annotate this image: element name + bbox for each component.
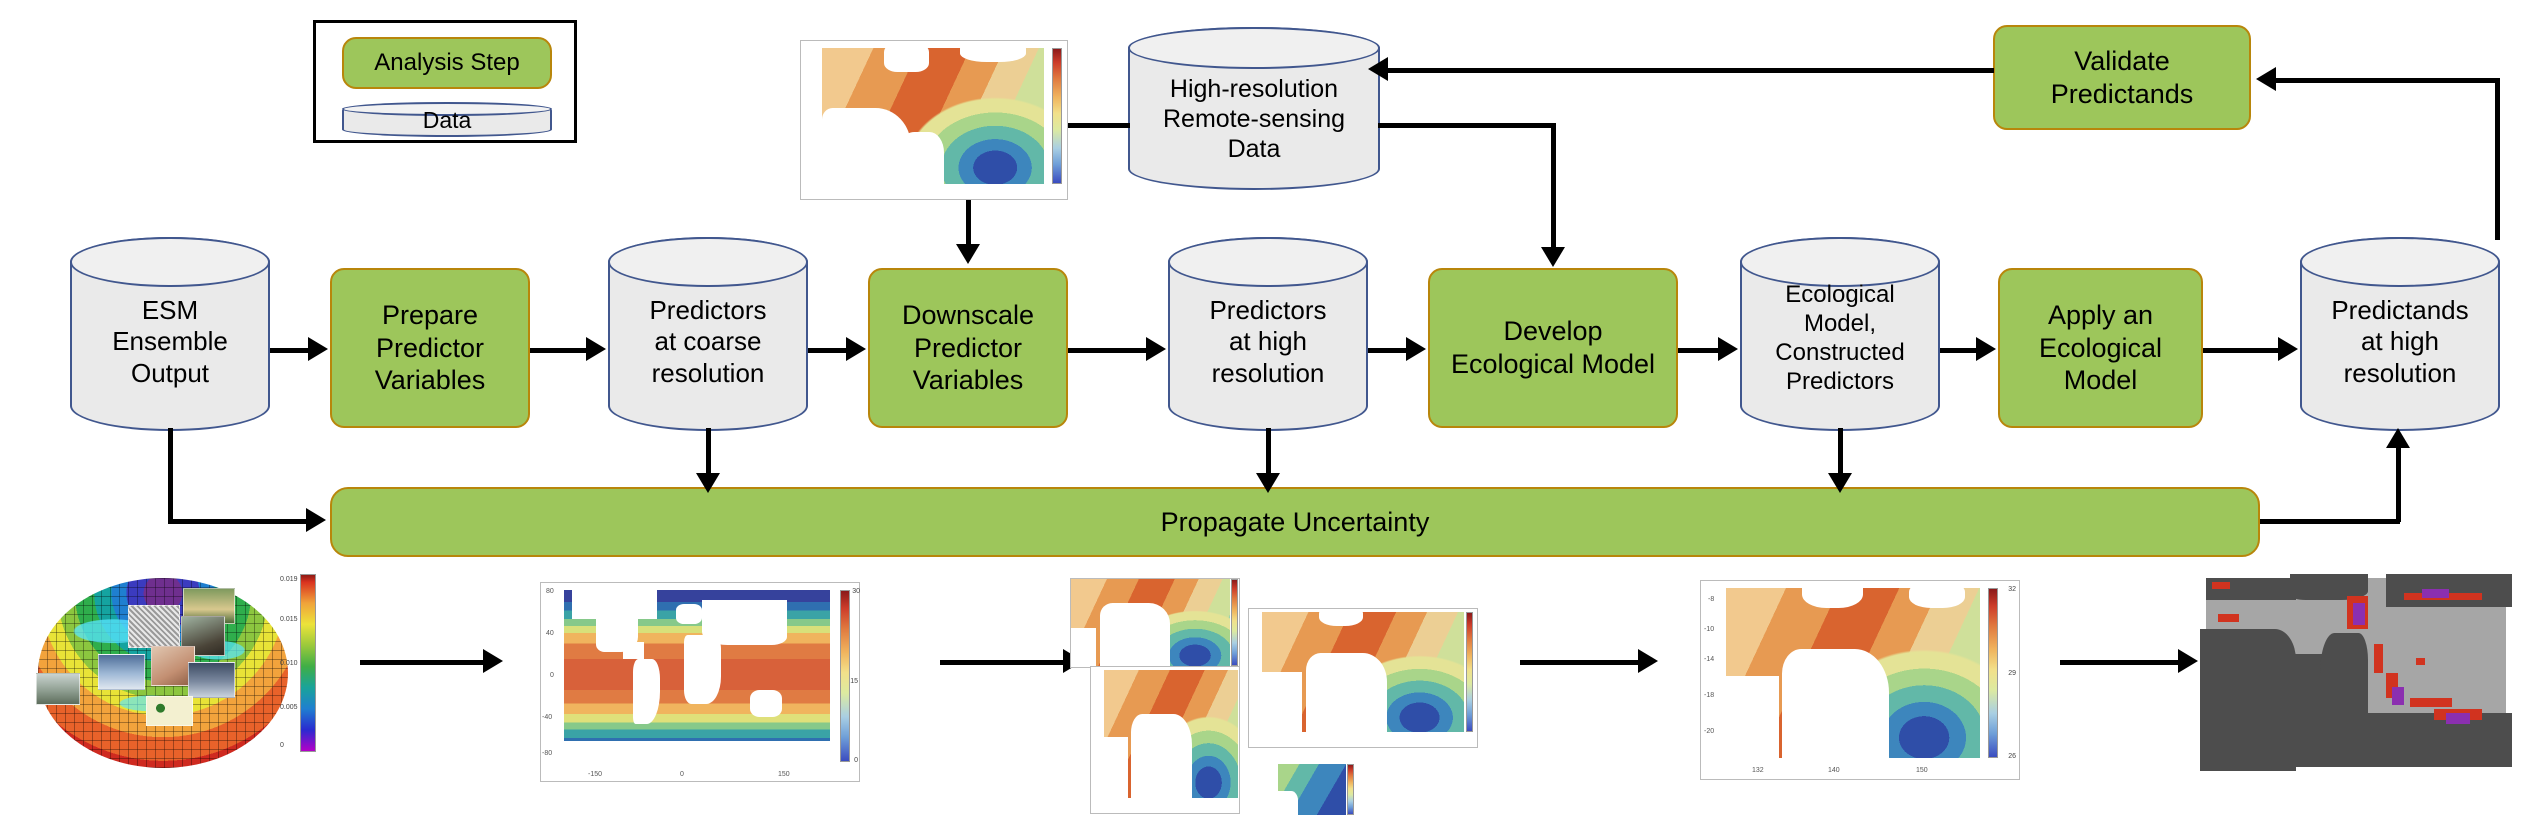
workflow-diagram: Analysis Step Data High-resolution Remot… bbox=[0, 0, 2544, 832]
step-validate-predictands-label: Validate Predictands bbox=[2050, 45, 2194, 109]
data-esm-ensemble-output[interactable]: ESM Ensemble Output bbox=[70, 237, 270, 431]
arrowhead-coarse-to-downscale bbox=[846, 337, 866, 361]
connector-predictands-to-validate-v bbox=[2495, 78, 2500, 240]
arrowhead-remotesensing-data-to-develop bbox=[1541, 247, 1565, 267]
arrowhead-prepare-to-coarse bbox=[586, 337, 606, 361]
connector-high-to-develop bbox=[1368, 348, 1408, 353]
arrowhead-ecomodel-to-apply bbox=[1976, 337, 1996, 361]
legend-analysis-step-swatch: Analysis Step bbox=[342, 37, 552, 89]
connector-prepare-to-coarse bbox=[530, 348, 588, 353]
connector-cluster-to-regionalmap bbox=[1520, 660, 1640, 665]
step-apply-an-ecological-model-label: Apply an Ecological Model bbox=[2038, 299, 2163, 396]
step-prepare-predictor-variables-label: Prepare Predictor Variables bbox=[374, 299, 486, 396]
connector-globe-to-globalmap bbox=[360, 660, 485, 665]
connector-remotesensing-fig-to-downscale bbox=[966, 200, 971, 248]
connector-ecomodel-to-apply bbox=[1940, 348, 1978, 353]
data-predictors-at-coarse-resolution-label: Predictors at coarse resolution bbox=[649, 295, 767, 388]
arrowhead-downscale-to-high bbox=[1146, 337, 1166, 361]
legend-data-swatch: Data bbox=[342, 102, 552, 137]
data-predictands-at-high-resolution-label: Predictands at high resolution bbox=[2331, 295, 2469, 388]
remote-sensing-sst-thumbnail bbox=[800, 40, 1068, 200]
step-develop-ecological-model-label: Develop Ecological Model bbox=[1450, 316, 1656, 379]
downscaled-panel-1 bbox=[1070, 578, 1240, 668]
connector-downscale-to-high bbox=[1068, 348, 1148, 353]
arrowhead-ecomodel-to-propagate bbox=[1828, 473, 1852, 493]
connector-remotesensing-data-to-develop-v bbox=[1551, 123, 1556, 251]
step-propagate-uncertainty[interactable]: Propagate Uncertainty bbox=[330, 487, 2260, 557]
step-apply-an-ecological-model[interactable]: Apply an Ecological Model bbox=[1998, 268, 2203, 428]
data-predictors-at-high-resolution-label: Predictors at high resolution bbox=[1209, 295, 1327, 388]
downscaled-panel-2 bbox=[1090, 666, 1240, 814]
arrowhead-highres-to-propagate bbox=[1256, 473, 1280, 493]
downscaled-sst-map-cluster-thumbnail bbox=[1070, 578, 1490, 823]
step-prepare-predictor-variables[interactable]: Prepare Predictor Variables bbox=[330, 268, 530, 428]
step-develop-ecological-model[interactable]: Develop Ecological Model bbox=[1428, 268, 1678, 428]
arrowhead-globe-to-globalmap bbox=[483, 649, 503, 673]
connector-develop-to-ecomodel bbox=[1678, 348, 1720, 353]
data-high-resolution-remote-sensing-data-label: High-resolution Remote-sensing Data bbox=[1162, 74, 1346, 163]
connector-fig-to-remotesensing-data bbox=[1068, 123, 1130, 128]
connector-ecomodel-to-propagate bbox=[1838, 428, 1843, 478]
downscaled-panel-3 bbox=[1248, 608, 1478, 748]
connector-propagate-to-predictands-h bbox=[2260, 519, 2400, 524]
data-predictors-at-coarse-resolution[interactable]: Predictors at coarse resolution bbox=[608, 237, 808, 431]
connector-validate-to-remotesensing-h bbox=[1382, 68, 1994, 73]
legend-box: Analysis Step Data bbox=[313, 20, 577, 143]
step-validate-predictands[interactable]: Validate Predictands bbox=[1993, 25, 2251, 130]
step-downscale-predictor-variables-label: Downscale Predictor Variables bbox=[901, 299, 1035, 396]
connector-highres-to-propagate bbox=[1266, 428, 1271, 478]
global-sst-map-thumbnail: 80 40 0 -40 -80 -150 0 150 30 15 0 bbox=[540, 582, 860, 782]
data-ecological-model-constructed-predictors[interactable]: Ecological Model, Constructed Predictors bbox=[1740, 237, 1940, 431]
connector-predictands-to-validate-h bbox=[2270, 78, 2498, 83]
connector-regionalmap-to-habitat bbox=[2060, 660, 2180, 665]
arrowhead-regionalmap-to-habitat bbox=[2178, 649, 2198, 673]
connector-propagate-to-predictands-v bbox=[2396, 446, 2401, 522]
regional-sst-map-thumbnail: -8 -10 -14 -18 -20 132 140 150 32 29 26 bbox=[1700, 580, 2020, 780]
downscaled-panel-4 bbox=[1278, 764, 1358, 819]
connector-esm-to-prepare bbox=[270, 348, 310, 353]
data-high-resolution-remote-sensing-data[interactable]: High-resolution Remote-sensing Data bbox=[1128, 27, 1380, 190]
arrowhead-coarse-to-propagate bbox=[696, 473, 720, 493]
connector-coarse-to-downscale bbox=[808, 348, 848, 353]
legend-analysis-step-label: Analysis Step bbox=[374, 49, 520, 77]
data-ecological-model-constructed-predictors-label: Ecological Model, Constructed Predictors bbox=[1775, 281, 1905, 395]
arrowhead-predictands-to-validate bbox=[2256, 67, 2276, 91]
connector-esm-to-propagate-v bbox=[168, 428, 173, 522]
arrowhead-remotesensing-fig-to-downscale bbox=[956, 244, 980, 264]
arrowhead-propagate-to-predictands bbox=[2386, 428, 2410, 448]
arrowhead-develop-to-ecomodel bbox=[1718, 337, 1738, 361]
esm-globe-thumbnail bbox=[35, 574, 316, 768]
step-downscale-predictor-variables[interactable]: Downscale Predictor Variables bbox=[868, 268, 1068, 428]
connector-coarse-to-propagate bbox=[706, 428, 711, 478]
data-esm-ensemble-output-label: ESM Ensemble Output bbox=[112, 295, 228, 388]
legend-data-label: Data bbox=[422, 107, 472, 133]
step-propagate-uncertainty-label: Propagate Uncertainty bbox=[1160, 506, 1430, 537]
arrowhead-apply-to-predictands bbox=[2278, 337, 2298, 361]
connector-esm-to-propagate-h bbox=[168, 519, 308, 524]
connector-remotesensing-data-to-develop-h bbox=[1378, 123, 1556, 128]
arrowhead-esm-to-propagate bbox=[306, 508, 326, 532]
data-predictors-at-high-resolution[interactable]: Predictors at high resolution bbox=[1168, 237, 1368, 431]
esm-globe-colorbar-ticks: 0.019 0.015 0.010 0.005 0 bbox=[280, 576, 298, 749]
predictand-habitat-map-thumbnail bbox=[2200, 574, 2512, 771]
connector-apply-to-predictands bbox=[2203, 348, 2280, 353]
arrowhead-high-to-develop bbox=[1406, 337, 1426, 361]
connector-globalmap-to-cluster bbox=[940, 660, 1065, 665]
arrowhead-esm-to-prepare bbox=[308, 337, 328, 361]
arrowhead-cluster-to-regionalmap bbox=[1638, 649, 1658, 673]
data-predictands-at-high-resolution[interactable]: Predictands at high resolution bbox=[2300, 237, 2500, 431]
